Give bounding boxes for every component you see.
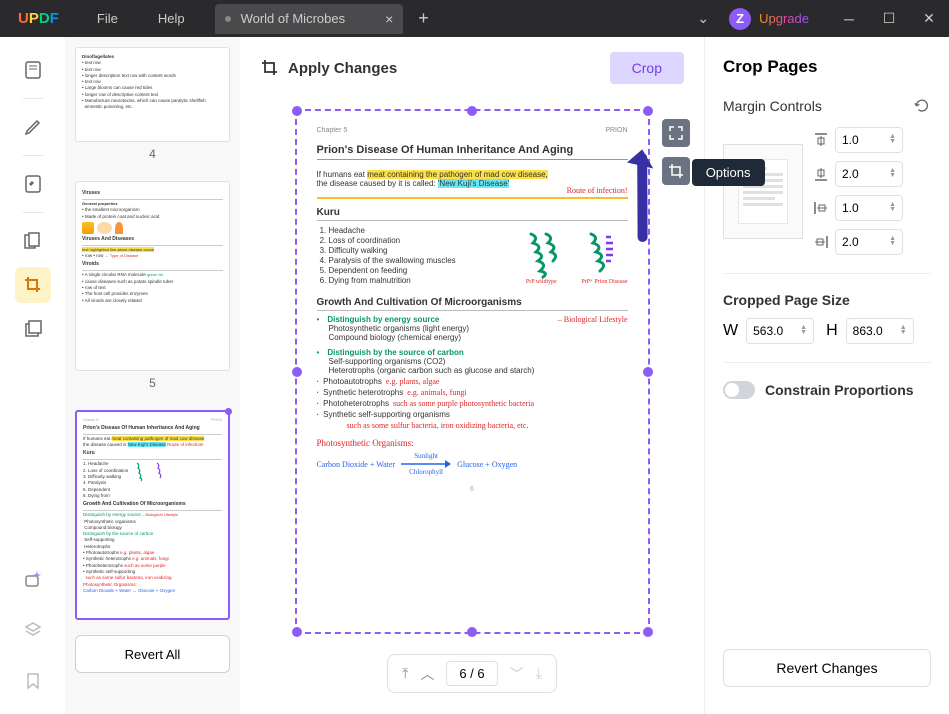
thumbnail-page-4[interactable]: Dinoflagellates• text row• text row• lon… [75, 47, 230, 142]
page-navigation: ⤒ ︿ 6 / 6 ﹀ ⤓ [387, 654, 557, 693]
tool-edit[interactable] [15, 166, 51, 202]
tool-bookmark[interactable] [15, 663, 51, 699]
tool-watermark[interactable] [15, 311, 51, 347]
spinner-icon[interactable]: ▲▼ [889, 203, 896, 213]
spinner-icon[interactable]: ▲▼ [800, 326, 807, 336]
bookmark-icon [23, 671, 43, 691]
protein-wildtype-icon [521, 229, 561, 279]
upgrade-button[interactable]: Upgrade [759, 11, 809, 26]
margin-top-icon [813, 132, 829, 148]
tool-ai[interactable] [15, 561, 51, 597]
tab-title: World of Microbes [241, 11, 346, 26]
pages-icon [23, 231, 43, 251]
crop-handle-bl[interactable] [292, 627, 302, 637]
height-input[interactable]: ▲▼ [846, 318, 914, 344]
menu-help[interactable]: Help [138, 11, 205, 26]
tool-reader[interactable] [15, 52, 51, 88]
spinner-icon[interactable]: ▲▼ [889, 135, 896, 145]
margin-top-input[interactable]: ▲▼ [835, 127, 903, 153]
crop-handle-lm[interactable] [292, 367, 302, 377]
arrow-right-icon [401, 460, 451, 468]
chevron-down-icon[interactable]: ⌄ [697, 10, 709, 27]
app-logo: UPDF [0, 10, 77, 27]
pencil-icon [23, 117, 43, 137]
nav-last-button[interactable]: ⤓ [536, 665, 542, 682]
tool-layers[interactable] [15, 612, 51, 648]
thumbnail-page-5[interactable]: Viruses General properties • the smalles… [75, 181, 230, 371]
close-tab-icon[interactable]: × [385, 11, 393, 27]
left-toolbar [0, 37, 65, 714]
reset-icon[interactable] [913, 97, 931, 115]
edit-page-icon [23, 174, 43, 194]
thumb-label-5: 5 [75, 376, 230, 390]
margin-bottom-icon [813, 166, 829, 182]
tool-comment[interactable] [15, 109, 51, 145]
crop-handle-br[interactable] [643, 627, 653, 637]
page-icon [23, 60, 43, 80]
margin-right-input[interactable]: ▲▼ [835, 229, 903, 255]
crop-panel: Crop Pages Margin Controls ▲▼ ▲▼ [704, 37, 949, 714]
margin-left-icon [813, 200, 829, 216]
margin-bottom-input[interactable]: ▲▼ [835, 161, 903, 187]
margin-preview [723, 144, 803, 239]
nav-first-button[interactable]: ⤒ [402, 665, 408, 682]
width-input[interactable]: ▲▼ [746, 318, 814, 344]
crop-handle-bm[interactable] [467, 627, 477, 637]
thumb-label-4: 4 [75, 147, 230, 161]
page-indicator[interactable]: 6 / 6 [446, 661, 497, 686]
crop-icon [23, 275, 43, 295]
tool-crop[interactable] [15, 267, 51, 303]
crop-handle-rm[interactable] [643, 367, 653, 377]
crop-handle-tl[interactable] [292, 106, 302, 116]
crop-handle-tm[interactable] [467, 106, 477, 116]
cropped-size-label: Cropped Page Size [723, 292, 931, 308]
protein-disease-icon [581, 229, 621, 279]
revert-changes-button[interactable]: Revert Changes [723, 649, 931, 687]
titlebar: UPDF File Help World of Microbes × + ⌄ Z… [0, 0, 949, 37]
revert-all-button[interactable]: Revert All [75, 635, 230, 673]
options-tooltip: Options [692, 159, 765, 186]
tab-indicator-icon [225, 16, 231, 22]
nav-next-button[interactable]: ﹀ [510, 664, 524, 684]
spinner-icon[interactable]: ▲▼ [889, 169, 896, 179]
new-tab-button[interactable]: + [418, 8, 429, 29]
height-label: H [826, 322, 838, 340]
nav-prev-button[interactable]: ︿ [420, 664, 434, 684]
margin-controls-label: Margin Controls [723, 98, 822, 114]
heading-kuru: Kuru [317, 207, 628, 221]
margin-right-icon [813, 234, 829, 250]
spinner-icon[interactable]: ▲▼ [900, 326, 907, 336]
canvas-title: Apply Changes [288, 60, 397, 77]
crop-handle-tr[interactable] [643, 106, 653, 116]
close-window-button[interactable]: ✕ [909, 0, 949, 37]
expand-icon [668, 125, 684, 141]
heading-prion: Prion's Disease Of Human Inheritance And… [317, 144, 628, 160]
layers-icon [23, 620, 43, 640]
canvas-area: Apply Changes Crop Chapter 5PRION Prion'… [240, 37, 704, 714]
panel-title: Crop Pages [723, 57, 931, 77]
width-label: W [723, 322, 738, 340]
document-tab[interactable]: World of Microbes × [215, 4, 404, 34]
constrain-label: Constrain Proportions [765, 382, 914, 398]
maximize-button[interactable]: ☐ [869, 0, 909, 37]
fit-button[interactable] [662, 119, 690, 147]
ai-sparkle-icon [22, 568, 44, 590]
minimize-button[interactable]: ─ [829, 0, 869, 37]
constrain-toggle[interactable] [723, 381, 755, 399]
crop-header-icon [260, 58, 280, 78]
margin-left-input[interactable]: ▲▼ [835, 195, 903, 221]
crop-button[interactable]: Crop [610, 52, 684, 84]
avatar[interactable]: Z [729, 8, 751, 30]
tool-organize[interactable] [15, 223, 51, 259]
stack-icon [23, 319, 43, 339]
spinner-icon[interactable]: ▲▼ [889, 237, 896, 247]
thumbnail-page-6[interactable]: Chapter 5PRION Prion's Disease Of Human … [75, 410, 230, 620]
menu-file[interactable]: File [77, 11, 138, 26]
thumbnail-panel: Dinoflagellates• text row• text row• lon… [65, 37, 240, 714]
heading-growth: Growth And Cultivation Of Microorganisms [317, 297, 628, 311]
